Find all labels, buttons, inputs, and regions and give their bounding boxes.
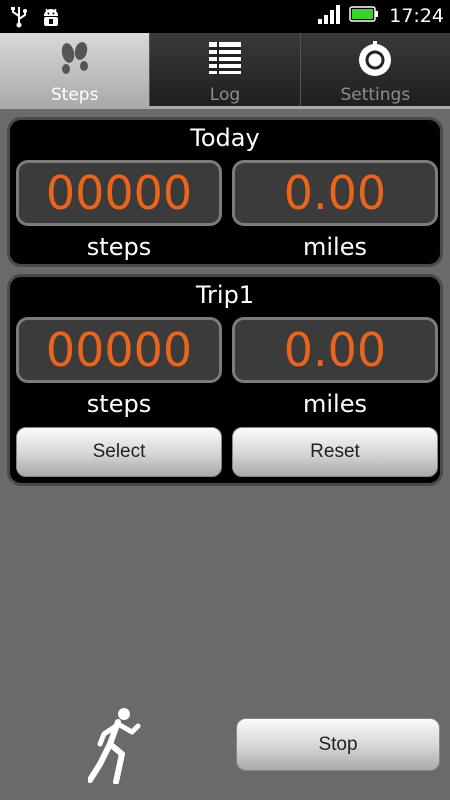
tab-bar: Steps Log Settings — [0, 33, 450, 109]
today-steps-counter: 00000 — [16, 160, 222, 226]
trip-steps-counter: 00000 — [16, 317, 222, 383]
today-miles-label: miles — [303, 233, 367, 261]
trip-miles-counter: 0.00 — [232, 317, 438, 383]
battery-icon — [349, 5, 379, 27]
tab-settings-label: Settings — [340, 85, 411, 105]
today-steps-label: steps — [86, 233, 152, 261]
tab-settings[interactable]: Settings — [300, 33, 450, 109]
usb-icon — [10, 6, 28, 32]
trip-miles-label: miles — [303, 390, 367, 418]
trip-panel: Trip1 00000 0.00 steps miles Select Rese… — [7, 274, 443, 486]
tab-steps[interactable]: Steps — [0, 33, 151, 109]
log-list-icon — [208, 41, 242, 79]
tab-divider — [0, 106, 450, 109]
reset-button[interactable]: Reset — [232, 427, 438, 477]
trip-title: Trip1 — [195, 281, 255, 309]
tab-log-label: Log — [209, 85, 241, 105]
today-miles-counter: 0.00 — [232, 160, 438, 226]
status-time: 17:24 — [389, 5, 444, 27]
signal-icon — [317, 4, 343, 28]
android-debug-icon — [40, 6, 62, 32]
footprints-icon — [58, 41, 92, 81]
today-title: Today — [190, 124, 260, 152]
select-button[interactable]: Select — [16, 427, 222, 477]
runner-icon — [87, 706, 142, 788]
tab-log[interactable]: Log — [150, 33, 301, 109]
status-bar: 17:24 — [0, 0, 450, 33]
settings-knob-icon — [357, 41, 393, 81]
stop-button[interactable]: Stop — [236, 718, 440, 771]
trip-steps-label: steps — [86, 390, 152, 418]
today-panel: Today 00000 0.00 steps miles — [7, 117, 443, 267]
tab-steps-label: Steps — [50, 85, 99, 105]
